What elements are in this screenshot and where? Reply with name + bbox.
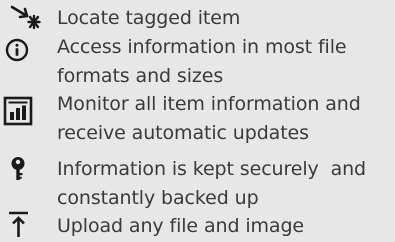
feature-text-monitor: Monitor all item information and receive… (57, 93, 367, 144)
info-icon (0, 33, 50, 63)
monitor-chart-icon (0, 90, 50, 126)
feature-list: Locate tagged item Access information in… (0, 0, 395, 242)
upload-icon (0, 211, 50, 242)
feature-text-secure: Information is kept securely and constan… (57, 158, 372, 209)
locate-arrow-icon (0, 4, 50, 34)
feature-text-locate: Locate tagged item (57, 7, 241, 29)
key-icon (0, 155, 50, 185)
feature-text-upload: Upload any file and image (57, 215, 305, 237)
feature-text-access: Access information in most file formats … (57, 36, 353, 87)
